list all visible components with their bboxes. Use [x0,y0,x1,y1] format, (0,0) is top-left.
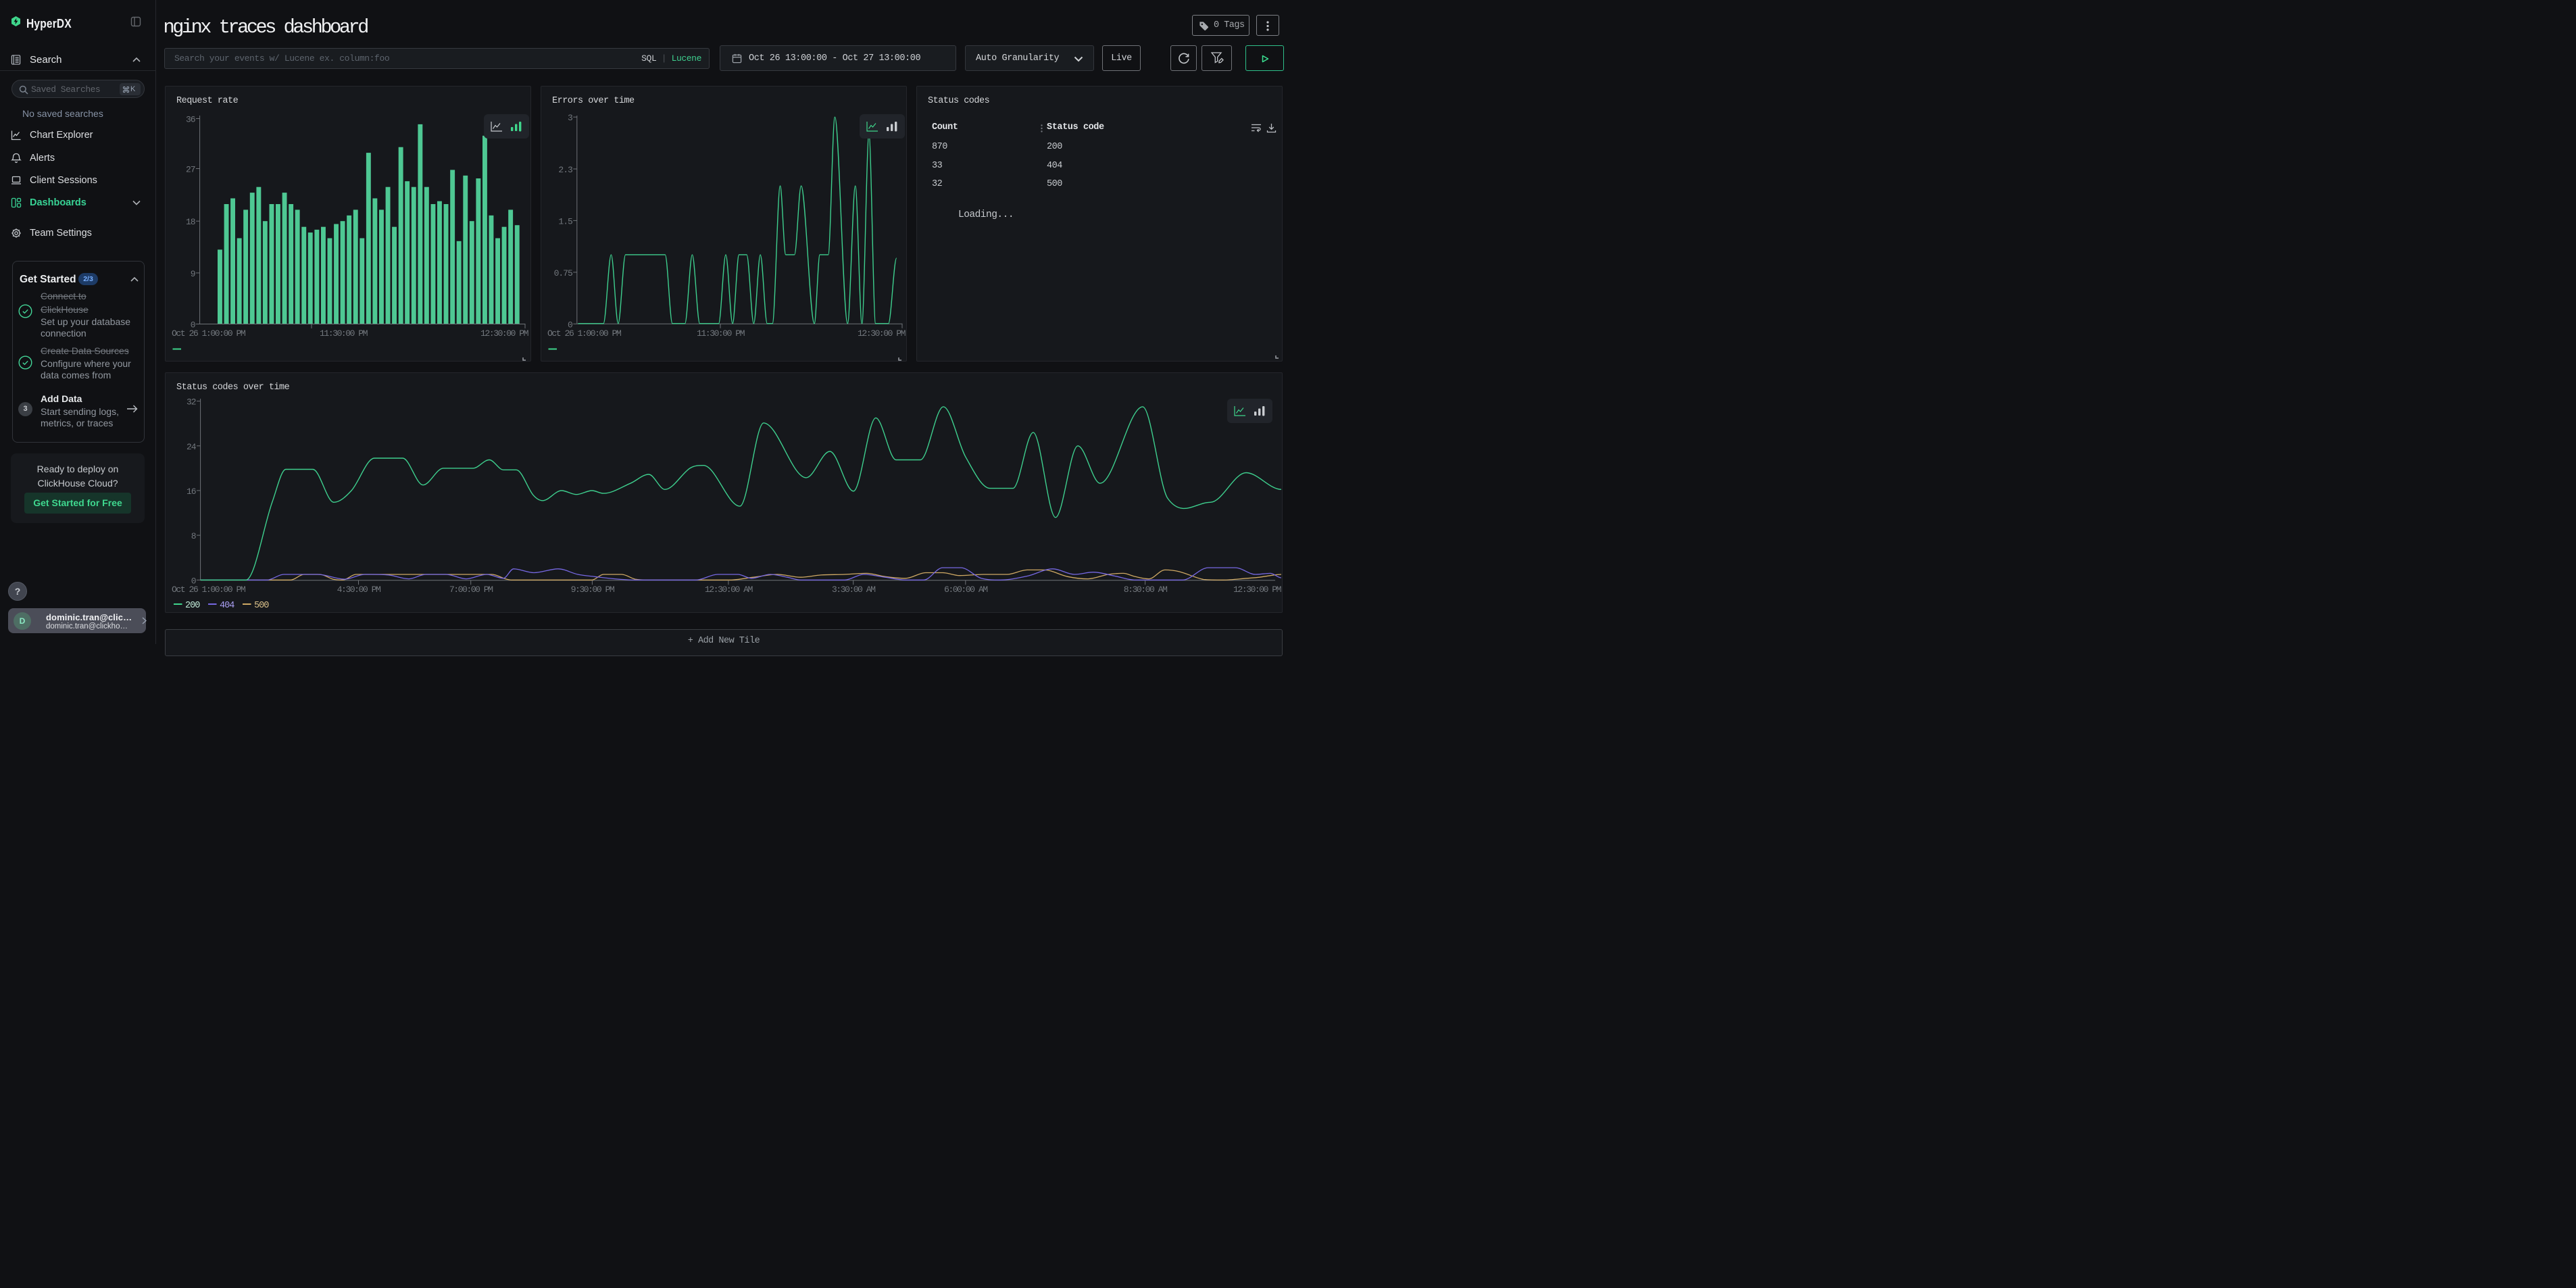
svg-text:200: 200 [185,601,200,611]
svg-text:12:30:00 AM: 12:30:00 AM [705,585,753,595]
svg-text:4:30:00 PM: 4:30:00 PM [337,585,381,595]
svg-text:9: 9 [191,269,195,279]
svg-text:11:30:00 PM: 11:30:00 PM [320,328,368,339]
svg-text:500: 500 [254,601,269,611]
svg-text:3: 3 [568,113,572,123]
svg-text:12:30:00 PM: 12:30:00 PM [858,328,906,339]
svg-text:9:30:00 PM: 9:30:00 PM [571,585,615,595]
svg-text:Oct 26 1:00:00 PM: Oct 26 1:00:00 PM [547,328,622,339]
svg-text:0.75: 0.75 [554,268,572,278]
svg-text:18: 18 [186,217,195,227]
svg-text:3:30:00 AM: 3:30:00 AM [832,585,876,595]
svg-text:7:00:00 PM: 7:00:00 PM [449,585,493,595]
svg-text:11:30:00 PM: 11:30:00 PM [697,328,745,339]
svg-text:27: 27 [186,165,195,175]
svg-text:8: 8 [191,531,196,541]
svg-text:16: 16 [187,487,196,497]
svg-text:6:00:00 AM: 6:00:00 AM [944,585,988,595]
svg-text:12:30:00 PM: 12:30:00 PM [1233,585,1282,595]
svg-text:12:30:00 PM: 12:30:00 PM [480,328,529,339]
svg-text:36: 36 [186,115,195,125]
svg-text:Oct 26 1:00:00 PM: Oct 26 1:00:00 PM [172,585,246,595]
svg-text:32: 32 [187,397,196,407]
svg-text:Oct 26 1:00:00 PM: Oct 26 1:00:00 PM [172,328,246,339]
svg-text:2.3: 2.3 [558,165,572,175]
svg-text:404: 404 [220,601,234,611]
svg-text:24: 24 [187,442,197,452]
svg-text:1.5: 1.5 [558,216,572,226]
svg-text:8:30:00 AM: 8:30:00 AM [1124,585,1168,595]
